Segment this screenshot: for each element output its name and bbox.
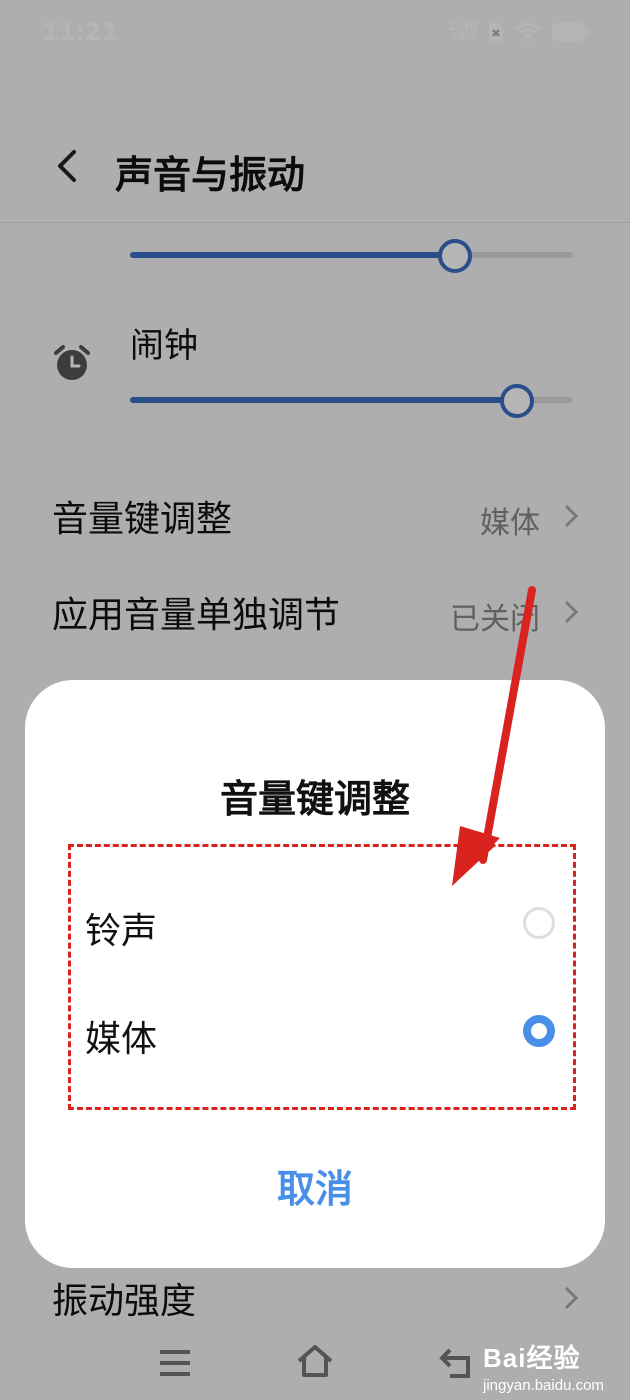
annotation-dashed-box xyxy=(68,844,576,1110)
dialog-title: 音量键调整 xyxy=(219,777,410,821)
watermark-url: jingyan.baidu.com xyxy=(483,1377,604,1394)
baidu-watermark: Bai经验 jingyan.baidu.com xyxy=(483,1338,604,1394)
watermark-brand: Bai经验 xyxy=(483,1343,581,1373)
cancel-button[interactable]: 取消 xyxy=(25,1158,605,1213)
